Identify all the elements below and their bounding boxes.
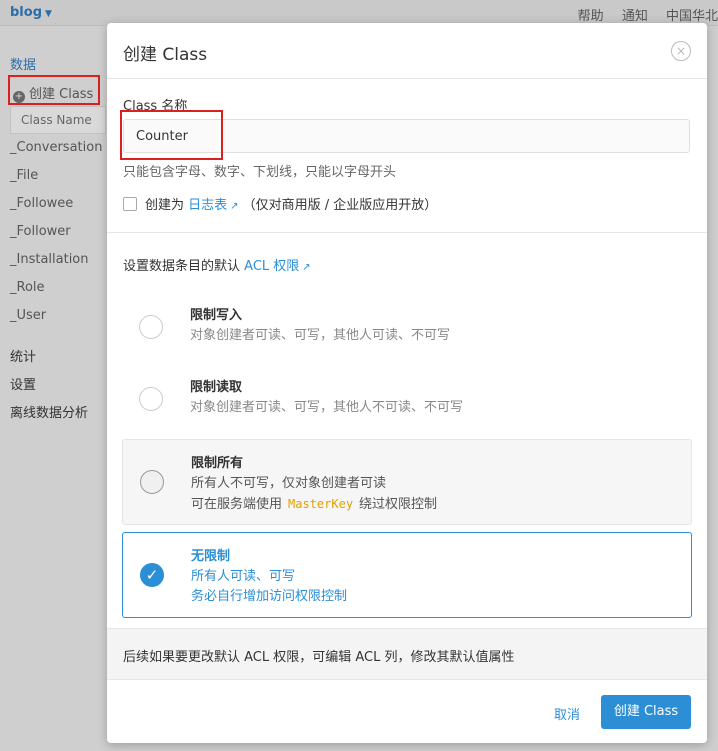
option-note: 可在服务端使用 MasterKey 绕过权限控制	[191, 494, 437, 515]
acl-option-restrict-read[interactable]: 限制读取 对象创建者可读、可写，其他人不可读、不可写	[122, 365, 692, 433]
class-item[interactable]: _Conversation	[10, 140, 102, 168]
option-note: 务必自行增加访问权限控制	[191, 589, 348, 604]
plus-icon: +	[13, 91, 25, 103]
caret-down-icon: ▼	[45, 9, 52, 19]
sidebar-section-data[interactable]: 数据	[10, 54, 36, 73]
dialog-title: 创建 Class	[123, 45, 208, 65]
class-item[interactable]: _Role	[10, 280, 102, 308]
acl-section: 设置数据条目的默认 ACL 权限 ↗ 限制写入 对象创建者可读、可写，其他人可读、…	[107, 233, 707, 628]
acl-heading-text: 设置数据条目的默认	[123, 259, 241, 274]
option-description: 对象创建者可读、可写，其他人可读、不可写	[190, 328, 451, 343]
option-note-post: 绕过权限控制	[359, 497, 438, 512]
acl-option-restrict-all[interactable]: 限制所有 所有人不可写，仅对象创建者可读 可在服务端使用 MasterKey 绕过权…	[122, 439, 692, 525]
external-link-icon: ↗	[230, 201, 239, 212]
option-title: 限制读取	[190, 380, 243, 395]
create-class-button[interactable]: + 创建 Class	[8, 75, 100, 105]
class-item[interactable]: _User	[10, 308, 102, 336]
acl-heading: 设置数据条目的默认 ACL 权限 ↗	[123, 255, 315, 274]
sidebar: 数据 + 创建 Class Class Name _Conversation _F…	[0, 26, 106, 751]
nav-region[interactable]: 中国华北	[666, 9, 718, 24]
close-icon[interactable]: ×	[671, 41, 691, 61]
radio-button[interactable]	[140, 470, 164, 494]
class-item[interactable]: _Follower	[10, 224, 102, 252]
app-name: blog	[10, 5, 42, 20]
option-description: 所有人可读、可写	[191, 569, 296, 584]
class-item[interactable]: _File	[10, 168, 102, 196]
dialog-actions: 取消 创建 Class	[107, 680, 707, 743]
option-title: 限制写入	[190, 308, 243, 323]
create-class-submit-button[interactable]: 创建 Class	[601, 695, 691, 729]
option-description: 所有人不可写，仅对象创建者可读	[191, 476, 387, 491]
log-table-link[interactable]: 日志表	[188, 198, 227, 213]
class-name-help: 只能包含字母、数字、下划线，只能以字母开头	[123, 165, 397, 180]
nav-help[interactable]: 帮助	[578, 9, 604, 24]
sidebar-section-settings[interactable]: 设置	[10, 374, 36, 393]
acl-footer-note: 后续如果要更改默认 ACL 权限，可编辑 ACL 列，修改其默认值属性	[107, 628, 707, 680]
app-switcher[interactable]: blog ▼	[10, 5, 52, 20]
option-title: 无限制	[191, 549, 231, 564]
class-item[interactable]: _Installation	[10, 252, 102, 280]
sidebar-section-offline-analysis[interactable]: 离线数据分析	[10, 402, 88, 421]
external-link-icon: ↗	[302, 262, 311, 273]
class-list: _Conversation _File _Followee _Follower …	[10, 140, 102, 336]
option-title: 限制所有	[191, 456, 244, 471]
sidebar-section-stats[interactable]: 统计	[10, 346, 36, 365]
class-name-input[interactable]	[123, 119, 690, 153]
dialog-header: 创建 Class ×	[107, 23, 707, 79]
radio-button[interactable]	[139, 315, 163, 339]
create-class-label: 创建 Class	[29, 87, 94, 102]
masterkey-code: MasterKey	[288, 497, 354, 511]
acl-option-restrict-write[interactable]: 限制写入 对象创建者可读、可写，其他人可读、不可写	[122, 293, 692, 359]
log-table-checkbox[interactable]	[123, 197, 137, 211]
class-item[interactable]: _Followee	[10, 196, 102, 224]
class-name-label: Class 名称	[123, 99, 188, 114]
option-note-pre: 可在服务端使用	[191, 497, 283, 512]
log-table-suffix: （仅对商用版 / 企业版应用开放）	[242, 198, 438, 213]
log-table-option: 创建为 日志表 ↗ （仅对商用版 / 企业版应用开放）	[123, 194, 437, 213]
acl-option-unrestricted[interactable]: ✓ 无限制 所有人可读、可写 务必自行增加访问权限控制	[122, 532, 692, 618]
check-icon[interactable]: ✓	[140, 563, 164, 587]
acl-link[interactable]: ACL 权限	[244, 259, 299, 274]
radio-button[interactable]	[139, 387, 163, 411]
log-table-prefix: 创建为	[145, 198, 185, 213]
create-class-dialog: 创建 Class × Class 名称 只能包含字母、数字、下划线，只能以字母开…	[107, 23, 707, 743]
top-nav: 帮助 通知 中国华北	[578, 5, 718, 24]
class-filter-input[interactable]: Class Name	[10, 106, 106, 134]
class-name-section: Class 名称 只能包含字母、数字、下划线，只能以字母开头 创建为 日志表↗（…	[107, 79, 707, 233]
option-description: 对象创建者可读、可写，其他人不可读、不可写	[190, 400, 464, 415]
cancel-button[interactable]: 取消	[554, 704, 580, 723]
nav-notifications[interactable]: 通知	[622, 9, 648, 24]
acl-footer-note-text: 后续如果要更改默认 ACL 权限，可编辑 ACL 列，修改其默认值属性	[123, 650, 515, 665]
